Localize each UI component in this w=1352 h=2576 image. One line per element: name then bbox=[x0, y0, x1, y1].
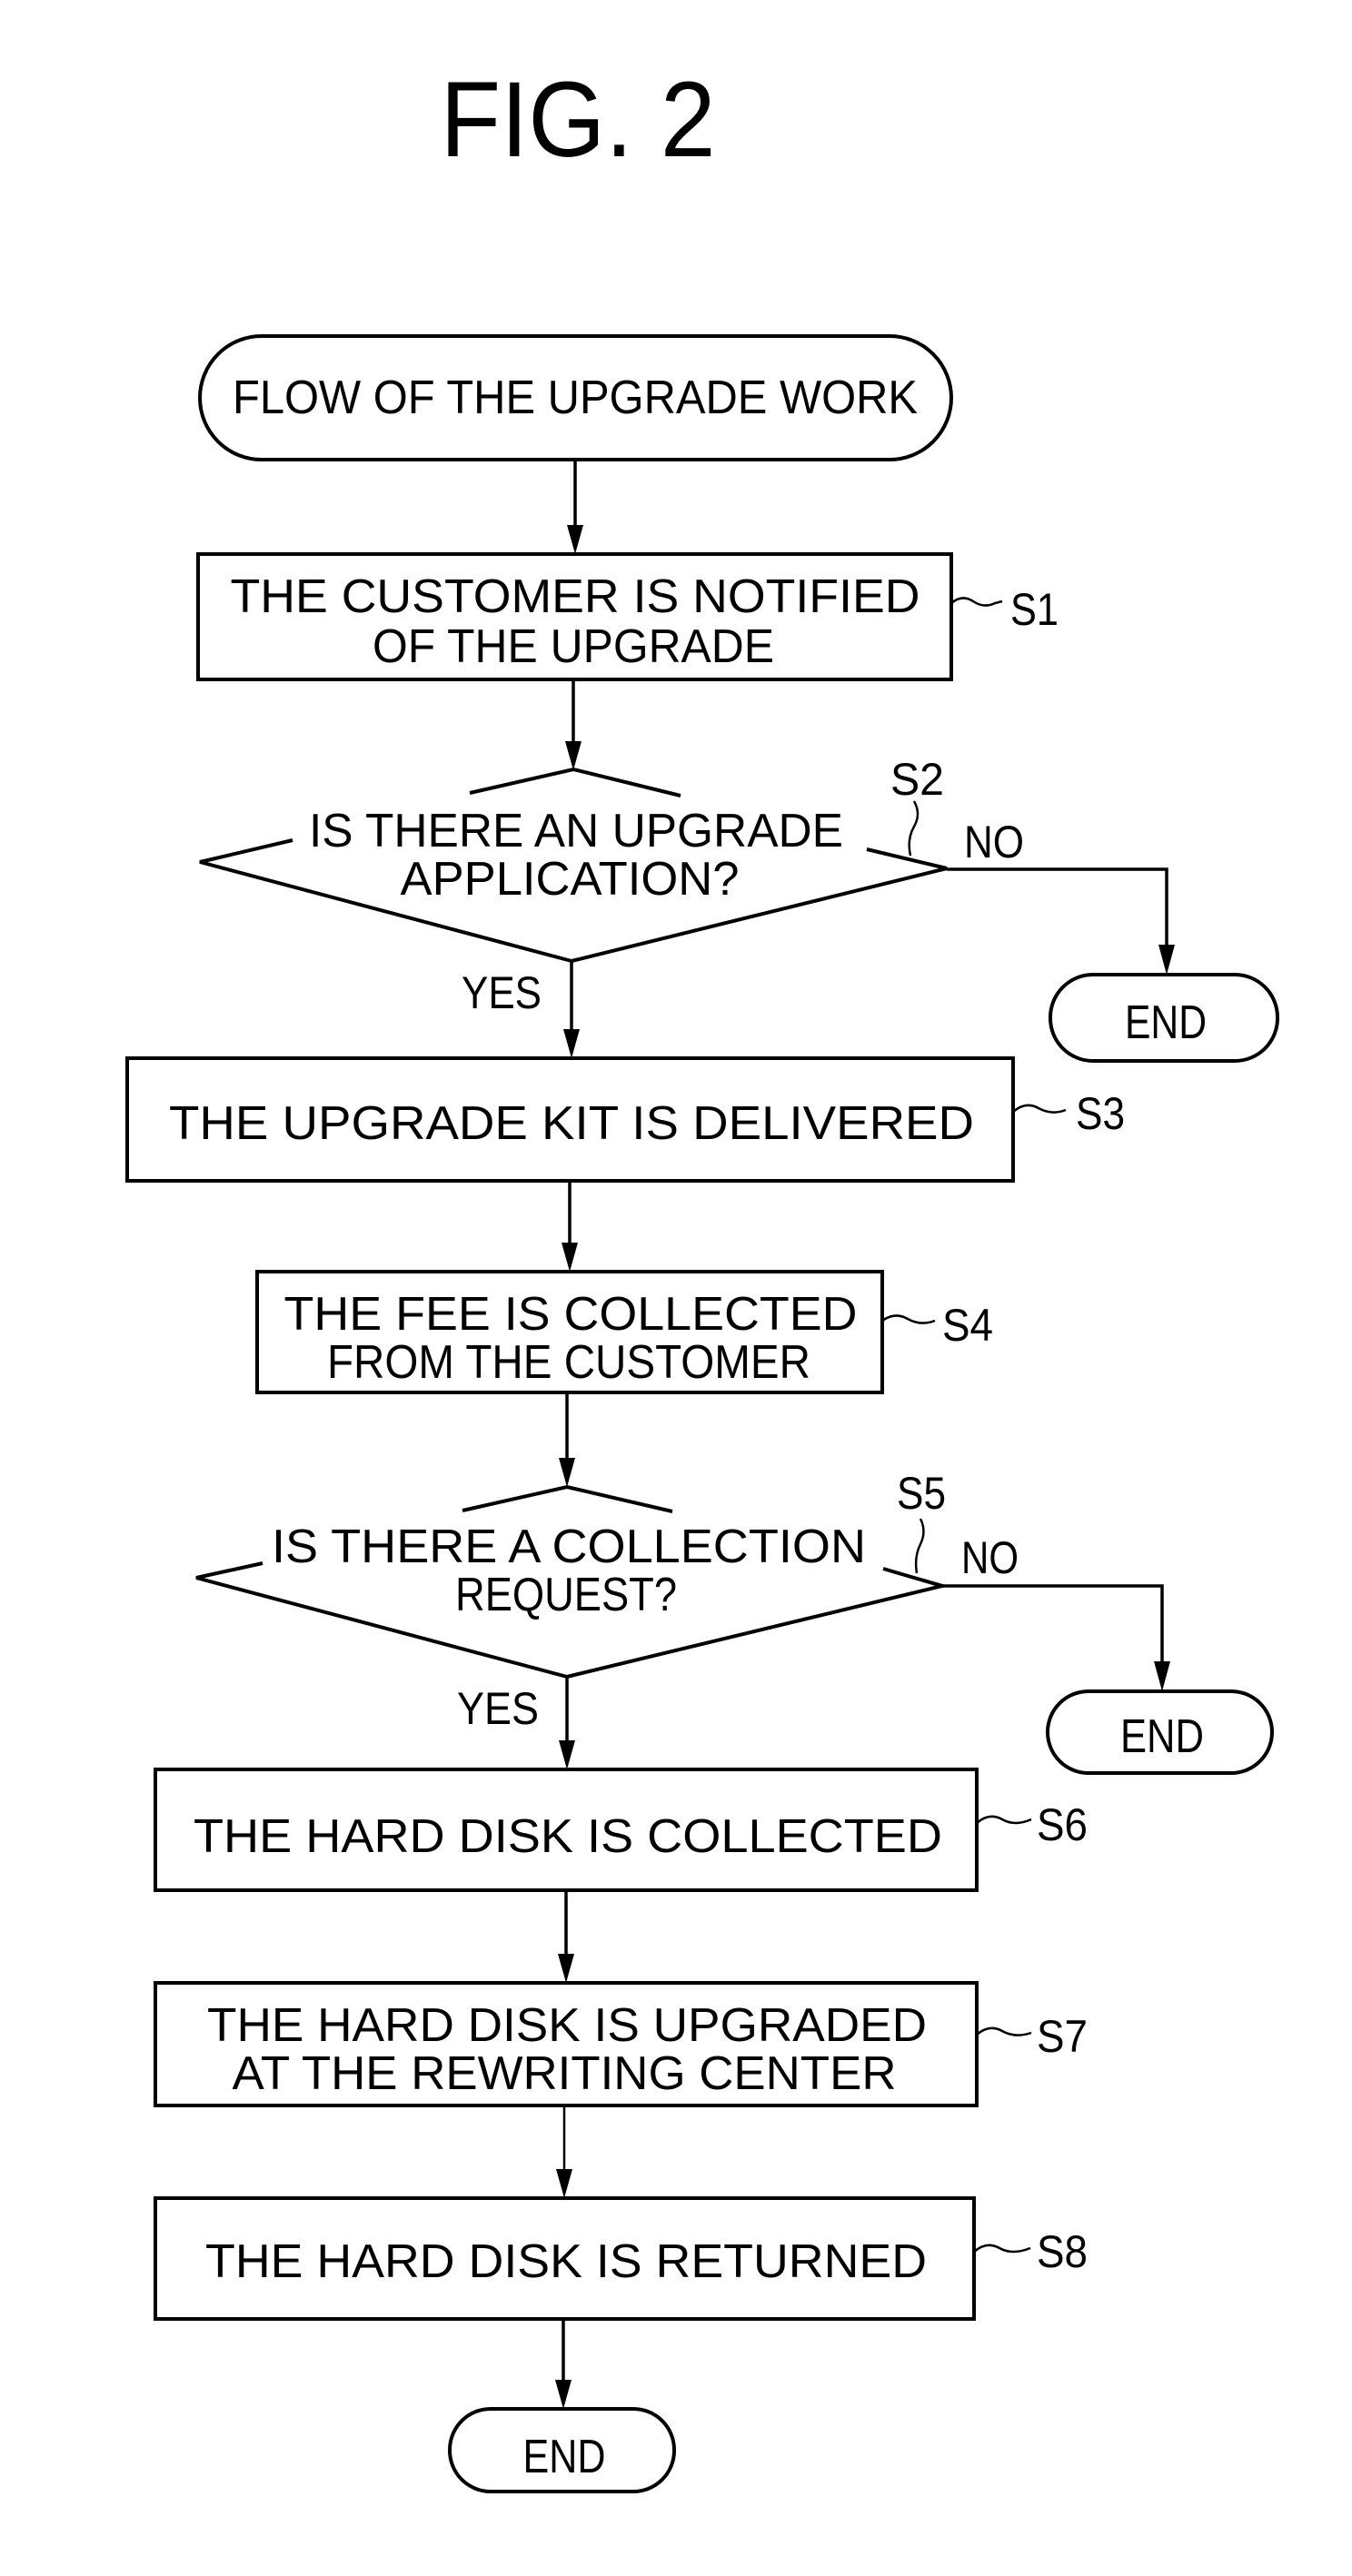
step-label-s2: S2 bbox=[890, 754, 944, 805]
step-label-s5: S5 bbox=[897, 1468, 946, 1519]
figure-title: FIG. 2 bbox=[441, 60, 716, 180]
decision-s5-no-label: NO bbox=[961, 1532, 1019, 1583]
step-label-s4: S4 bbox=[942, 1300, 993, 1351]
decision-s5-yes-label: YES bbox=[457, 1683, 539, 1734]
process-s4-line-2: FROM THE CUSTOMER bbox=[327, 1336, 810, 1389]
end-terminal-final-text: END bbox=[523, 2431, 606, 2483]
decision-s5-line-2: REQUEST? bbox=[455, 1569, 677, 1621]
flowchart-figure: FIG. 2 FLOW OF THE UPGRADE WORK THE CUST… bbox=[0, 0, 1352, 2576]
step-label-s7: S7 bbox=[1037, 2011, 1088, 2062]
end-terminal-s2-text: END bbox=[1125, 996, 1207, 1049]
step-label-s3: S3 bbox=[1076, 1088, 1125, 1139]
decision-s2-no-label: NO bbox=[964, 817, 1024, 867]
process-s6-line-1: THE HARD DISK IS COLLECTED bbox=[194, 1810, 942, 1863]
decision-s2-line-1: IS THERE AN UPGRADE bbox=[309, 805, 843, 857]
process-s1-line-1: THE CUSTOMER IS NOTIFIED bbox=[231, 570, 920, 623]
step-label-s8: S8 bbox=[1037, 2226, 1088, 2277]
process-s8-line-1: THE HARD DISK IS RETURNED bbox=[205, 2235, 927, 2288]
process-s1-line-2: OF THE UPGRADE bbox=[373, 620, 774, 673]
decision-s2-yes-label: YES bbox=[462, 967, 542, 1018]
process-s7-line-1: THE HARD DISK IS UPGRADED bbox=[207, 1999, 927, 2052]
step-label-s1: S1 bbox=[1010, 584, 1059, 635]
process-s7-line-2: AT THE REWRITING CENTER bbox=[233, 2047, 897, 2100]
start-terminal-text: FLOW OF THE UPGRADE WORK bbox=[233, 372, 918, 424]
end-terminal-s5-text: END bbox=[1120, 1710, 1204, 1763]
decision-s5-line-1: IS THERE A COLLECTION bbox=[272, 1521, 866, 1573]
process-s4-line-1: THE FEE IS COLLECTED bbox=[284, 1288, 858, 1341]
process-s3-line-1: THE UPGRADE KIT IS DELIVERED bbox=[169, 1097, 974, 1150]
step-label-s6: S6 bbox=[1037, 1799, 1088, 1850]
decision-s2-line-2: APPLICATION? bbox=[401, 853, 740, 906]
